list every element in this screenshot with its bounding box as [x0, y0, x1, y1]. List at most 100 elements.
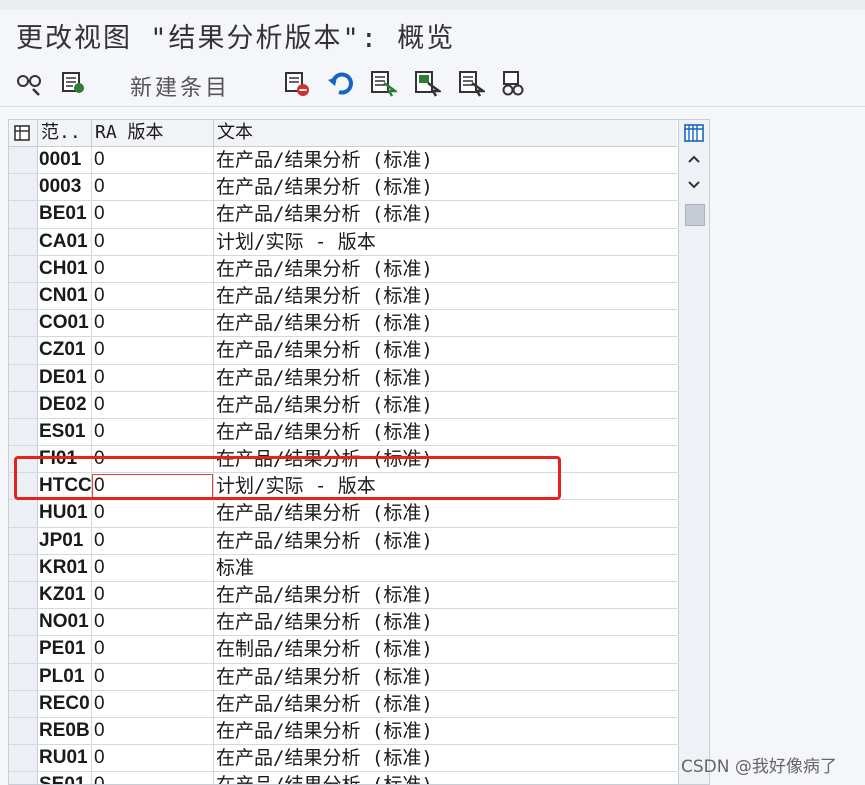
table-row[interactable]: BE01 0 在产品/结果分析 (标准): [9, 201, 677, 229]
table-row[interactable]: REC0 0 在产品/结果分析 (标准): [9, 690, 677, 718]
select-all-icon[interactable]: [368, 68, 398, 98]
row-selector[interactable]: [9, 282, 38, 310]
row-selector[interactable]: [9, 636, 38, 663]
table-row[interactable]: DE02 0 在产品/结果分析 (标准): [9, 391, 677, 419]
text-cell[interactable]: 在产品/结果分析 (标准): [213, 500, 676, 527]
table-row[interactable]: KR01 0 标准: [9, 554, 677, 582]
row-selector[interactable]: [9, 337, 38, 364]
row-selector[interactable]: [9, 310, 38, 337]
version-cell[interactable]: 0: [91, 609, 214, 636]
row-selector[interactable]: [9, 663, 38, 690]
glasses-icon[interactable]: [14, 68, 44, 98]
table-row[interactable]: RE0B 0 在产品/结果分析 (标准): [9, 717, 677, 746]
version-cell[interactable]: 0: [91, 201, 214, 228]
text-cell[interactable]: 在产品/结果分析 (标准): [213, 418, 676, 446]
delete-row-icon[interactable]: [282, 68, 312, 98]
table-row[interactable]: DE01 0 在产品/结果分析 (标准): [9, 364, 677, 392]
text-cell[interactable]: 在产品/结果分析 (标准): [213, 609, 676, 636]
row-selector[interactable]: [9, 554, 38, 581]
row-selector[interactable]: [9, 228, 38, 255]
table-row-selected[interactable]: HTCC 0 计划/实际 - 版本: [9, 473, 677, 501]
version-cell[interactable]: 0: [91, 446, 214, 473]
column-header-area[interactable]: 范..: [41, 120, 81, 146]
version-cell[interactable]: 0: [91, 364, 214, 391]
row-selector[interactable]: [9, 745, 38, 772]
row-selector[interactable]: [9, 446, 38, 473]
text-cell[interactable]: 在产品/结果分析 (标准): [213, 582, 676, 609]
text-cell[interactable]: 在产品/结果分析 (标准): [213, 364, 676, 391]
text-cell[interactable]: 在产品/结果分析 (标准): [213, 282, 676, 310]
scroll-thumb[interactable]: [685, 204, 705, 226]
version-cell[interactable]: 0: [91, 255, 214, 282]
column-header-text[interactable]: 文本: [217, 120, 253, 146]
version-cell[interactable]: 0: [91, 228, 214, 255]
version-cell[interactable]: 0: [91, 310, 214, 337]
version-cell[interactable]: 0: [91, 582, 214, 609]
row-selector[interactable]: [9, 690, 38, 717]
row-selector[interactable]: [9, 364, 38, 391]
table-row[interactable]: PE01 0 在制品/结果分析 (标准): [9, 636, 677, 664]
text-cell[interactable]: 在产品/结果分析 (标准): [213, 446, 676, 473]
text-cell[interactable]: 在产品/结果分析 (标准): [213, 310, 676, 337]
version-cell[interactable]: 0: [91, 663, 214, 690]
version-cell[interactable]: 0: [91, 527, 214, 554]
row-selector[interactable]: [9, 147, 38, 174]
text-cell[interactable]: 在产品/结果分析 (标准): [213, 527, 676, 554]
version-cell[interactable]: 0: [91, 147, 214, 174]
table-row[interactable]: FI01 0 在产品/结果分析 (标准): [9, 446, 677, 474]
table-row[interactable]: 0003 0 在产品/结果分析 (标准): [9, 174, 677, 202]
version-cell[interactable]: 0: [91, 717, 214, 745]
text-cell[interactable]: 在产品/结果分析 (标准): [213, 337, 676, 364]
text-cell[interactable]: 在产品/结果分析 (标准): [213, 663, 676, 690]
version-cell[interactable]: 0: [91, 337, 214, 364]
table-row[interactable]: CA01 0 计划/实际 - 版本: [9, 228, 677, 256]
version-cell[interactable]: 0: [91, 636, 214, 663]
text-cell[interactable]: 计划/实际 - 版本: [213, 228, 676, 255]
text-cell[interactable]: 在产品/结果分析 (标准): [213, 745, 676, 772]
table-row[interactable]: CH01 0 在产品/结果分析 (标准): [9, 255, 677, 283]
version-cell[interactable]: 0: [91, 554, 214, 581]
version-cell[interactable]: 0: [91, 500, 214, 527]
row-selector[interactable]: [9, 201, 38, 228]
table-row[interactable]: HU01 0 在产品/结果分析 (标准): [9, 500, 677, 528]
column-layout-icon[interactable]: [683, 122, 705, 144]
table-row[interactable]: PL01 0 在产品/结果分析 (标准): [9, 663, 677, 691]
version-cell[interactable]: 0: [91, 690, 214, 717]
text-cell[interactable]: 在产品/结果分析 (标准): [213, 255, 676, 282]
version-cell[interactable]: 0: [91, 418, 214, 446]
table-row[interactable]: CO01 0 在产品/结果分析 (标准): [9, 310, 677, 338]
table-row[interactable]: JP01 0 在产品/结果分析 (标准): [9, 527, 677, 555]
table-row[interactable]: RU01 0 在产品/结果分析 (标准): [9, 745, 677, 773]
table-row[interactable]: NO01 0 在产品/结果分析 (标准): [9, 609, 677, 637]
version-input[interactable]: 0: [91, 473, 214, 500]
column-config-icon[interactable]: [13, 120, 33, 146]
row-selector[interactable]: [9, 473, 38, 500]
table-row[interactable]: ES01 0 在产品/结果分析 (标准): [9, 418, 677, 447]
text-cell[interactable]: 在产品/结果分析 (标准): [213, 690, 676, 717]
row-selector[interactable]: [9, 255, 38, 282]
table-row[interactable]: KZ01 0 在产品/结果分析 (标准): [9, 582, 677, 610]
table-row[interactable]: CN01 0 在产品/结果分析 (标准): [9, 282, 677, 311]
print-icon[interactable]: [498, 68, 528, 98]
table-row[interactable]: 0001 0 在产品/结果分析 (标准): [9, 147, 677, 175]
text-cell[interactable]: 计划/实际 - 版本: [213, 473, 676, 500]
row-selector[interactable]: [9, 527, 38, 554]
new-entry-button[interactable]: 新建条目: [130, 70, 230, 102]
text-cell[interactable]: 在产品/结果分析 (标准): [213, 772, 676, 784]
text-cell[interactable]: 在产品/结果分析 (标准): [213, 717, 676, 745]
row-selector[interactable]: [9, 582, 38, 609]
table-edit-icon[interactable]: [58, 68, 88, 98]
version-cell[interactable]: 0: [91, 282, 214, 310]
text-cell[interactable]: 在制品/结果分析 (标准): [213, 636, 676, 663]
undo-icon[interactable]: [326, 68, 356, 98]
table-row[interactable]: CZ01 0 在产品/结果分析 (标准): [9, 337, 677, 365]
row-selector[interactable]: [9, 418, 38, 446]
row-selector[interactable]: [9, 717, 38, 745]
version-cell[interactable]: 0: [91, 391, 214, 418]
vertical-scrollbar[interactable]: [678, 120, 709, 784]
row-selector[interactable]: [9, 500, 38, 527]
scroll-up-icon[interactable]: [683, 148, 705, 170]
row-selector[interactable]: [9, 772, 38, 784]
text-cell[interactable]: 在产品/结果分析 (标准): [213, 174, 676, 201]
row-selector[interactable]: [9, 174, 38, 201]
